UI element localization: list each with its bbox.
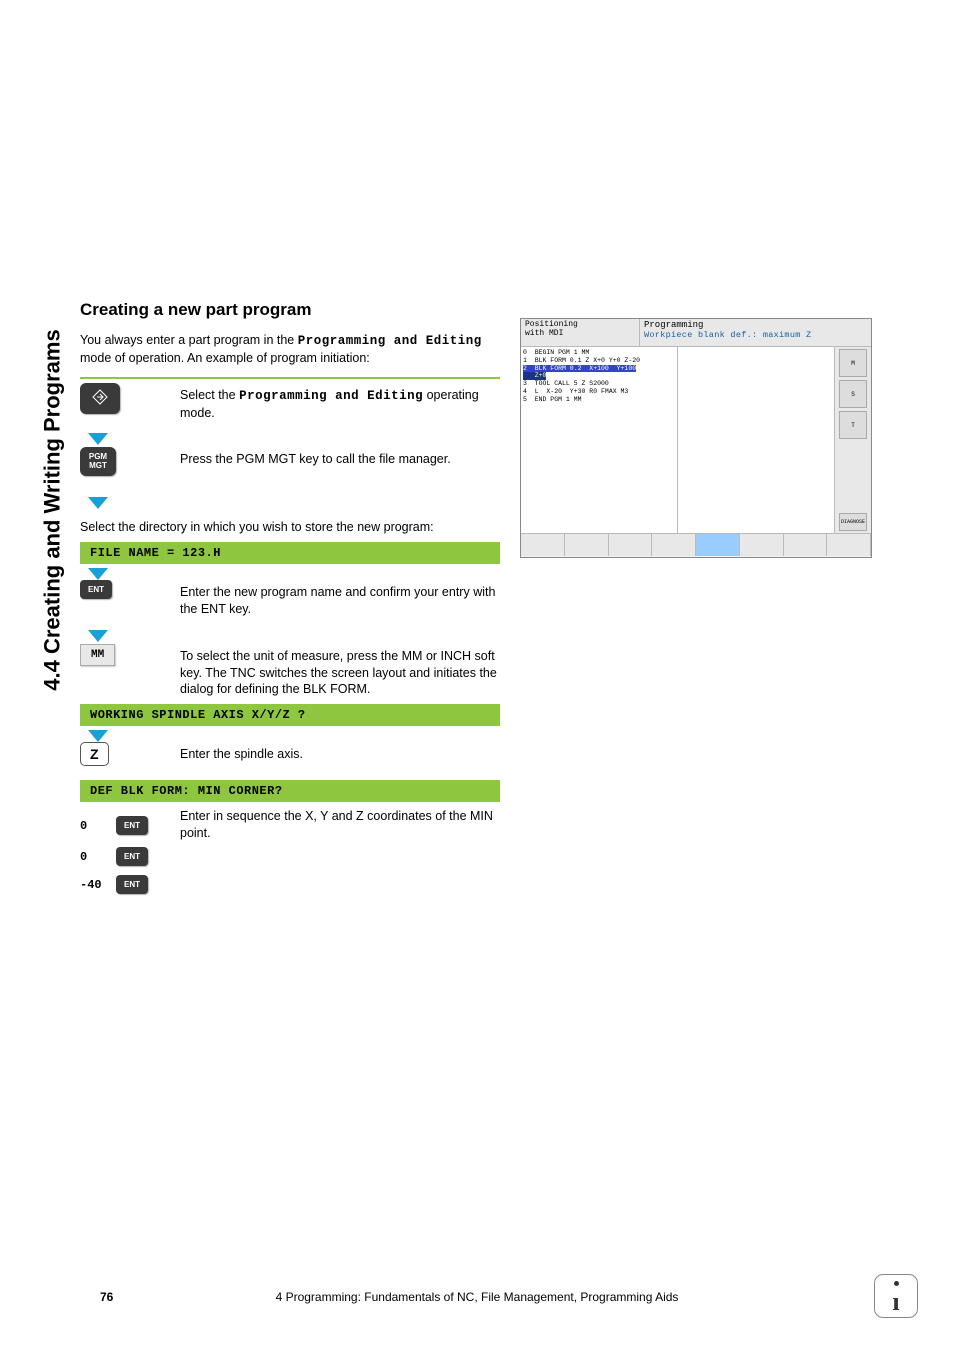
page-heading: Creating a new part program (80, 300, 500, 320)
page-footer: 76 4 Programming: Fundamentals of NC, Fi… (0, 1290, 954, 1304)
ss-mode-right: Programming (644, 320, 867, 330)
ss-sk-t[interactable]: T (839, 411, 867, 439)
ss-softkey-4[interactable] (652, 534, 696, 556)
step-2-desc: Press the PGM MGT key to call the file m… (180, 447, 500, 468)
ss-subtitle: Workpiece blank def.: maximum Z (644, 330, 867, 340)
flow-arrow (80, 568, 500, 580)
ent-key[interactable]: ENT (80, 580, 112, 599)
z-key[interactable]: Z (80, 742, 109, 766)
ss-sk-s[interactable]: S (839, 380, 867, 408)
ss-sk-m[interactable]: M (839, 349, 867, 377)
step-1-desc: Select the Programming and Editing opera… (180, 383, 500, 422)
min-row-y: 0 ENT (80, 842, 500, 870)
ss-diagnose[interactable]: DIAGNOSE (839, 513, 867, 531)
flow-arrow (80, 497, 500, 509)
step1-mono: Programming and Editing (239, 389, 423, 403)
ss-code-top: 0 BEGIN PGM 1 MM 1 BLK FORM 0.1 Z X+0 Y+… (523, 349, 675, 365)
ss-graphics-panel (678, 347, 835, 533)
main-content: Creating a new part program You always e… (80, 300, 500, 898)
programming-mode-key[interactable] (80, 383, 120, 414)
step-1: Select the Programming and Editing opera… (80, 377, 500, 445)
ss-mode-left: Positioning with MDI (521, 319, 640, 347)
pgm-mgt-key[interactable]: PGM MGT (80, 447, 116, 477)
step-6-desc: Enter in sequence the X, Y and Z coordin… (180, 808, 500, 842)
ss-code-panel: 0 BEGIN PGM 1 MM 1 BLK FORM 0.1 Z X+0 Y+… (521, 347, 678, 533)
intro-mono: Programming and Editing (298, 334, 482, 348)
flow-arrow (80, 433, 500, 445)
section-tab-text: 4.4 Creating and Writing Programs (40, 329, 66, 690)
step-6: 0 ENT Enter in sequence the X, Y and Z c… (80, 808, 500, 898)
min-y-value: 0 (80, 850, 87, 864)
mm-softkey[interactable]: MM (80, 644, 115, 666)
ent-key[interactable]: ENT (116, 816, 148, 835)
arrow-down-icon (88, 568, 108, 580)
step-5: Z Enter the spindle axis. (80, 742, 500, 778)
ss-softkey-8[interactable] (827, 534, 871, 556)
arrow-down-icon (88, 497, 108, 509)
ent-key[interactable]: ENT (116, 875, 148, 894)
arrow-down-icon (88, 730, 108, 742)
ss-side-softkeys: M S T DIAGNOSE (835, 347, 871, 533)
step-2: PGM MGT Press the PGM MGT key to call th… (80, 447, 500, 509)
info-icon: ı (874, 1274, 918, 1318)
step-4: MM To select the unit of measure, press … (80, 644, 500, 699)
select-dir-text: Select the directory in which you wish t… (80, 519, 500, 536)
ss-softkey-5[interactable] (696, 534, 740, 556)
intro-pre: You always enter a part program in the (80, 333, 298, 347)
step-4-desc: To select the unit of measure, press the… (180, 644, 500, 699)
ss-softkey-2[interactable] (565, 534, 609, 556)
min-row-z: -40 ENT (80, 870, 500, 898)
chapter-title: 4 Programming: Fundamentals of NC, File … (276, 1290, 679, 1304)
step-5-desc: Enter the spindle axis. (180, 742, 500, 763)
ss-softkey-3[interactable] (609, 534, 653, 556)
ss-softkey-6[interactable] (740, 534, 784, 556)
ss-code-hl1: 2 BLK FORM 0.2 X+100 Y+100 (523, 365, 636, 373)
ss-code-bot: 3 TOOL CALL 5 Z S2000 4 L X-20 Y+30 R0 F… (523, 380, 675, 403)
ss-bottom-softkeys (521, 533, 871, 556)
prompt-min-corner: DEF BLK FORM: MIN CORNER? (80, 780, 500, 802)
diamond-arrow-icon (92, 389, 108, 405)
ss-softkey-7[interactable] (784, 534, 828, 556)
tn-screenshot: Positioning with MDI Programming Workpie… (520, 318, 872, 558)
intro-post: mode of operation. An example of program… (80, 351, 370, 365)
arrow-down-icon (88, 433, 108, 445)
intro-text: You always enter a part program in the P… (80, 332, 500, 367)
prompt-filename: FILE NAME = 123.H (80, 542, 500, 564)
prompt-axis: WORKING SPINDLE AXIS X/Y/Z ? (80, 704, 500, 726)
arrow-down-icon (88, 630, 108, 642)
step-3: ENT Enter the new program name and confi… (80, 580, 500, 642)
separator (80, 377, 500, 379)
min-x-value: 0 (80, 819, 87, 833)
min-row-x: 0 ENT Enter in sequence the X, Y and Z c… (80, 808, 500, 842)
flow-arrow (80, 730, 500, 742)
page-number: 76 (100, 1290, 113, 1304)
step1-pre: Select the (180, 388, 239, 402)
step-3-desc: Enter the new program name and confirm y… (180, 580, 500, 618)
ss-code-hl2: Z+0 (523, 372, 546, 380)
ent-key[interactable]: ENT (116, 847, 148, 866)
min-z-value: -40 (80, 878, 102, 892)
ss-softkey-1[interactable] (521, 534, 565, 556)
section-tab: 4.4 Creating and Writing Programs (38, 280, 68, 740)
flow-arrow (80, 630, 500, 642)
ss-header-right: Programming Workpiece blank def.: maximu… (640, 319, 871, 347)
